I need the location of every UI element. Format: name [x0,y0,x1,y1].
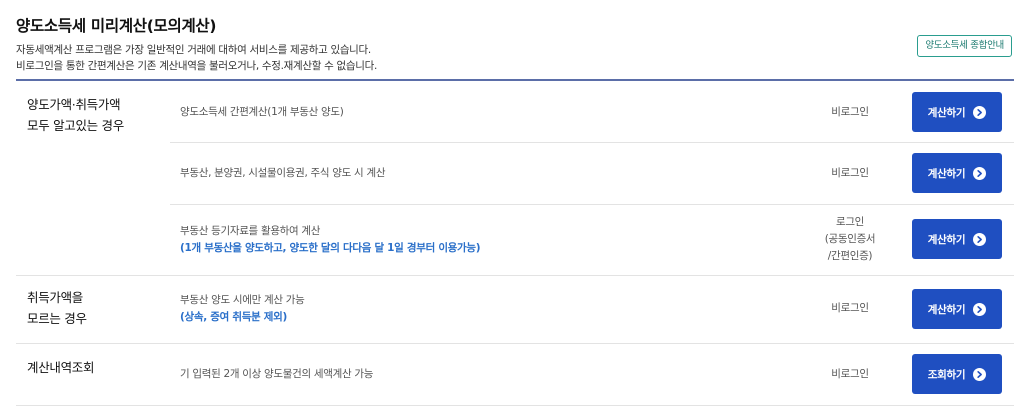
item-asset-calc-text: 부동산, 분양권, 시설물이용권, 주식 양도 시 계산 [180,167,386,179]
category-history-lookup: 계산내역조회 [27,357,95,378]
description-line-1: 자동세액계산 프로그램은 가장 일반적인 거래에 대하여 서비스를 제공하고 있… [16,44,371,56]
chevron-right-circle-icon [973,302,987,316]
login-requirement: 비로그인 [831,302,869,314]
item-history-text: 기 입력된 2개 이상 양도물건의 세액계산 가능 [180,368,374,380]
page-header: 양도소득세 미리계산(모의계산) 자동세액계산 프로그램은 가장 일반적인 거래… [16,14,1014,80]
page-description: 자동세액계산 프로그램은 가장 일반적인 거래에 대하여 서비스를 제공하고 있… [16,42,1014,74]
header-divider [16,79,1014,81]
category-known-prices: 양도가액·취득가액 모두 알고있는 경우 [27,94,124,136]
row-divider [170,204,1014,205]
button-label: 계산하기 [927,233,966,246]
item-unknown-calc-text: 부동산 양도 시에만 계산 가능 (상속, 증여 취득분 제외) [180,292,305,326]
section-divider [16,275,1014,276]
item-note: (상속, 증여 취득분 제외) [180,311,287,323]
calculate-button[interactable]: 계산하기 [912,219,1002,259]
chevron-right-circle-icon [973,367,987,381]
item-text-line: 부동산 양도 시에만 계산 가능 [180,294,305,306]
item-note: (1개 부동산을 양도하고, 양도한 달의 다다음 달 1일 경부터 이용가능) [180,242,481,254]
login-line: 로그인 [835,216,865,228]
category-label: 계산내역조회 [27,360,95,375]
button-label: 계산하기 [927,106,966,119]
description-line-2: 비로그인을 통한 간편계산은 기존 계산내역을 불러오거나, 수정.재계산할 수… [16,60,378,72]
button-label: 조회하기 [927,368,966,381]
chevron-right-circle-icon [973,166,987,180]
row-divider [170,142,1014,143]
chevron-right-circle-icon [973,232,987,246]
item-simple-calc-text: 양도소득세 간편계산(1개 부동산 양도) [180,106,344,118]
button-label: 계산하기 [927,167,966,180]
login-requirement: 비로그인 [831,106,869,118]
category-label: 취득가액을 [27,290,84,305]
login-line: (공동인증서 [824,233,876,245]
calculate-button[interactable]: 계산하기 [912,153,1002,193]
chevron-right-circle-icon [973,105,987,119]
lookup-button[interactable]: 조회하기 [912,354,1002,394]
item-text-line: 부동산 등기자료를 활용하여 계산 [180,225,321,237]
login-line: /간편인증) [827,250,873,262]
category-unknown-acquisition: 취득가액을 모르는 경우 [27,287,87,329]
category-label: 모르는 경우 [27,311,87,326]
calculate-button[interactable]: 계산하기 [912,289,1002,329]
page-title: 양도소득세 미리계산(모의계산) [16,17,217,35]
section-divider [16,405,1014,406]
calculate-button[interactable]: 계산하기 [912,92,1002,132]
category-label: 모두 알고있는 경우 [27,118,124,133]
login-requirement: 로그인 (공동인증서 /간편인증) [810,214,890,265]
section-divider [16,343,1014,344]
capital-gains-guide-button[interactable]: 양도소득세 종합안내 [917,35,1012,57]
button-label: 계산하기 [927,303,966,316]
login-requirement: 비로그인 [831,368,869,380]
login-requirement: 비로그인 [831,167,869,179]
category-label: 양도가액·취득가액 [27,97,121,112]
item-registry-calc-text: 부동산 등기자료를 활용하여 계산 (1개 부동산을 양도하고, 양도한 달의 … [180,223,481,257]
